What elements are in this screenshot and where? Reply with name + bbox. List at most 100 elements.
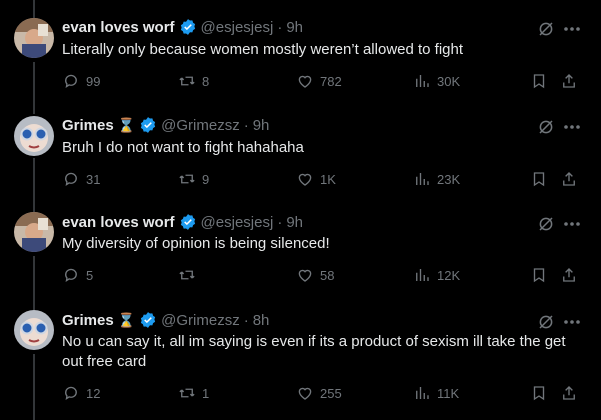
repost-icon: [179, 76, 195, 86]
timestamp[interactable]: 9h: [253, 117, 270, 134]
tweet[interactable]: evan loves worf @esjesjesj · 9h Literall…: [0, 0, 601, 98]
action-bar: 31 9 1K 23K: [62, 170, 582, 190]
grok-icon[interactable]: [537, 20, 555, 38]
reply-icon: [65, 74, 77, 89]
like-button[interactable]: 58: [296, 266, 334, 284]
action-bar: 5 58 12K: [62, 266, 582, 286]
reply-count: 99: [86, 73, 101, 89]
repost-icon: [179, 270, 195, 280]
views-button[interactable]: 23K: [413, 170, 460, 188]
reply-button[interactable]: 5: [62, 266, 93, 284]
verified-badge-icon: [180, 19, 195, 35]
avatar[interactable]: [14, 310, 54, 350]
user-handle[interactable]: @esjesjesj: [201, 19, 274, 36]
share-icon: [563, 268, 575, 282]
repost-button[interactable]: 1: [178, 384, 209, 402]
timestamp[interactable]: 9h: [286, 214, 303, 231]
more-icon[interactable]: [562, 314, 582, 330]
repost-button[interactable]: [178, 266, 202, 284]
bookmark-button[interactable]: [530, 170, 548, 188]
repost-button[interactable]: 8: [178, 72, 209, 90]
views-icon: [416, 269, 429, 281]
separator-dot: ·: [243, 116, 249, 134]
action-bar: 12 1 255 11K: [62, 384, 582, 404]
avatar[interactable]: [14, 18, 54, 58]
like-button[interactable]: 1K: [296, 170, 336, 188]
reply-icon: [65, 172, 77, 187]
bookmark-icon: [533, 268, 545, 283]
reply-button[interactable]: 31: [62, 170, 100, 188]
tweet[interactable]: Grimes ⌛ @Grimezsz · 9h Bruh I do not wa…: [0, 98, 601, 196]
view-count: 30K: [437, 73, 461, 89]
timestamp[interactable]: 9h: [286, 19, 303, 36]
bookmark-button[interactable]: [530, 72, 548, 90]
timestamp[interactable]: 8h: [253, 312, 270, 329]
tweet-text: Bruh I do not want to fight hahahaha: [62, 139, 304, 156]
bookmark-icon: [533, 74, 545, 89]
share-icon: [563, 386, 575, 400]
tweet-text: No u can say it, all im saying is even i…: [62, 333, 566, 370]
hourglass-icon: ⌛: [117, 116, 136, 133]
views-icon: [416, 75, 429, 87]
display-name[interactable]: Grimes: [62, 117, 114, 134]
view-count: 23K: [437, 171, 461, 187]
share-icon: [563, 172, 575, 186]
views-icon: [416, 387, 429, 399]
bookmark-button[interactable]: [530, 266, 548, 284]
share-button[interactable]: [560, 72, 578, 90]
verified-badge-icon: [141, 312, 156, 328]
display-name[interactable]: Grimes: [62, 312, 114, 329]
share-button[interactable]: [560, 266, 578, 284]
like-button[interactable]: 255: [296, 384, 342, 402]
views-button[interactable]: 11K: [413, 384, 459, 402]
views-button[interactable]: 30K: [413, 72, 460, 90]
heart-icon: [298, 269, 312, 282]
more-icon[interactable]: [562, 21, 582, 37]
view-count: 12K: [437, 267, 461, 283]
action-bar: 99 8 782 30K: [62, 72, 582, 92]
heart-icon: [298, 173, 312, 186]
verified-badge-icon: [180, 214, 195, 230]
grok-icon[interactable]: [537, 313, 555, 331]
repost-button[interactable]: 9: [178, 170, 209, 188]
like-count: 58: [320, 267, 335, 283]
hourglass-icon: ⌛: [117, 311, 136, 328]
verified-badge-icon: [141, 117, 156, 133]
display-name[interactable]: evan loves worf: [62, 214, 175, 231]
reply-icon: [65, 268, 77, 283]
views-icon: [416, 173, 429, 185]
tweet[interactable]: Grimes ⌛ @Grimezsz · 8h No u can say it,…: [0, 294, 601, 420]
reply-button[interactable]: 12: [62, 384, 100, 402]
repost-icon: [179, 174, 195, 184]
tweet[interactable]: evan loves worf @esjesjesj · 9h My diver…: [0, 196, 601, 294]
user-handle[interactable]: @Grimezsz: [161, 312, 240, 329]
share-button[interactable]: [560, 384, 578, 402]
repost-count: 1: [202, 385, 210, 401]
reply-count: 12: [86, 385, 101, 401]
reply-icon: [65, 386, 77, 401]
heart-icon: [298, 387, 312, 400]
bookmark-icon: [533, 386, 545, 401]
repost-count: 8: [202, 73, 210, 89]
like-button[interactable]: 782: [296, 72, 342, 90]
user-handle[interactable]: @esjesjesj: [201, 214, 274, 231]
like-count: 1K: [320, 171, 336, 187]
like-count: 255: [320, 385, 342, 401]
bookmark-button[interactable]: [530, 384, 548, 402]
more-icon[interactable]: [562, 216, 582, 232]
avatar[interactable]: [14, 116, 54, 156]
grok-icon[interactable]: [537, 215, 555, 233]
separator-dot: ·: [277, 18, 283, 36]
user-handle[interactable]: @Grimezsz: [161, 117, 240, 134]
avatar[interactable]: [14, 212, 54, 252]
reply-button[interactable]: 99: [62, 72, 100, 90]
views-button[interactable]: 12K: [413, 266, 460, 284]
like-count: 782: [320, 73, 342, 89]
share-button[interactable]: [560, 170, 578, 188]
separator-dot: ·: [277, 213, 283, 231]
bookmark-icon: [533, 172, 545, 187]
more-icon[interactable]: [562, 119, 582, 135]
grok-icon[interactable]: [537, 118, 555, 136]
display-name[interactable]: evan loves worf: [62, 19, 175, 36]
tweet-text: My diversity of opinion is being silence…: [62, 235, 330, 252]
